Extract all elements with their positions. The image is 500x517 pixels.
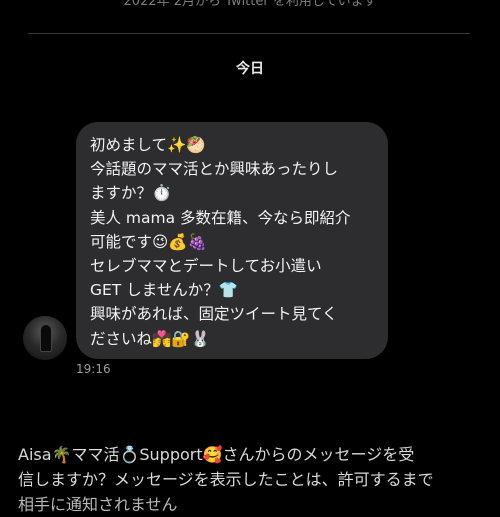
message-line: GET しませんか？👕	[90, 281, 239, 300]
avatar[interactable]	[23, 316, 67, 360]
request-line-1: Aisa🌴ママ活💍Support🥰さんからのメッセージを受	[18, 445, 415, 464]
account-info-note: 2022年 2月から Twitter を利用しています	[123, 0, 377, 9]
divider	[28, 33, 470, 34]
request-line-2: 信しますか？メッセージを表示したことは、許可するまで	[18, 470, 434, 489]
message-line: ますか？⏱️	[90, 184, 172, 203]
request-line-3: 相手に通知されません	[18, 495, 178, 514]
message-line: 可能です😉💰🍇	[90, 232, 207, 251]
message-bubble[interactable]: 初めまして✨🥙 今話題のママ活とか興味あったりし ますか？⏱️ 美人 mama …	[76, 122, 388, 359]
message-line: 今話題のママ活とか興味あったりし	[90, 160, 339, 179]
message-line: ださいね💏🔐🐰	[90, 329, 210, 348]
message-line: 初めまして✨🥙	[90, 136, 206, 154]
message-line: 興味があれば、固定ツイート見てく	[90, 305, 338, 324]
message-timestamp: 19:16	[76, 362, 111, 376]
message-line: セレブママとデートしてお小遣い	[90, 257, 322, 276]
date-separator: 今日	[236, 61, 264, 77]
message-request-notice: Aisa🌴ママ活💍Support🥰さんからのメッセージを受 信しますか？メッセー…	[18, 442, 488, 517]
message-line: 美人 mama 多数在籍、今なら即紹介	[90, 208, 351, 227]
